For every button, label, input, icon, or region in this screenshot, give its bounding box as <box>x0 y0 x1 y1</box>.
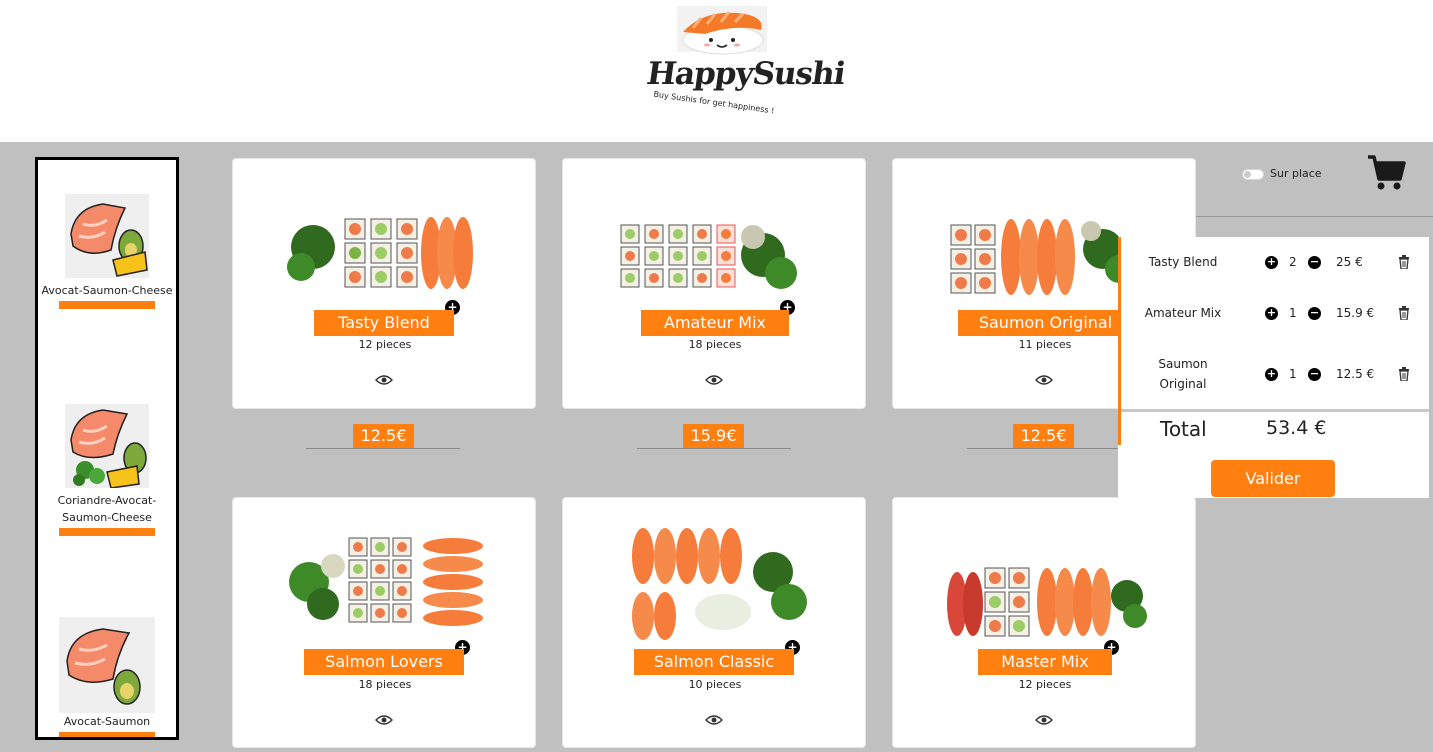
menu-card-tasty-blend[interactable]: + Tasty Blend 12 pieces <box>232 158 536 409</box>
product-pieces: 12 pieces <box>358 338 412 351</box>
header: HappySushi Buy Sushis for get happiness … <box>0 0 1433 142</box>
salmon-classic-photo <box>632 528 807 640</box>
category-sidebar[interactable]: Avocat-Saumon-Cheese Coriandre-Avocat-Sa… <box>35 157 179 740</box>
menu-card-salmon-classic[interactable]: + Salmon Classic 10 pieces <box>562 497 866 748</box>
cart-item-price: 15.9 € <box>1336 306 1375 320</box>
menu-card-salmon-lovers[interactable]: + Salmon Lovers 18 pieces <box>232 497 536 748</box>
product-pieces: 12 pieces <box>1018 678 1072 691</box>
sidebar-item-underline <box>59 528 155 536</box>
decrease-quantity-button[interactable]: − <box>1308 307 1321 320</box>
cart-total-value: 53.4 € <box>1266 417 1327 439</box>
brand-name: HappySushi <box>644 56 847 92</box>
sur-place-toggle[interactable] <box>1242 169 1264 180</box>
cart-item-row: Tasty Blend + 2 − 25 € <box>1118 237 1429 287</box>
price-tag-tasty-blend: 12.5€ <box>353 424 414 448</box>
salmon-lovers-photo <box>289 537 483 626</box>
trash-icon[interactable] <box>1398 255 1410 269</box>
price-divider <box>967 448 1121 449</box>
trash-icon[interactable] <box>1398 306 1410 320</box>
sidebar-item-avocat-saumon-cheese[interactable]: Avocat-Saumon-Cheese <box>38 194 176 309</box>
cart-item-qty: 1 <box>1289 367 1297 381</box>
happy-sushi-logo[interactable]: HappySushi Buy Sushis for get happiness … <box>644 4 847 124</box>
increase-quantity-button[interactable]: + <box>1265 307 1278 320</box>
menu-card-master-mix[interactable]: + Master Mix 12 pieces <box>892 497 1196 748</box>
product-pieces: 18 pieces <box>688 338 742 351</box>
price-tag-saumon-original: 12.5€ <box>1013 424 1074 448</box>
validate-order-button[interactable]: Valider <box>1211 460 1335 497</box>
cart-item-name: Saumon Original <box>1158 357 1208 391</box>
increase-quantity-button[interactable]: + <box>1265 368 1278 381</box>
menu-card-amateur-mix[interactable]: + Amateur Mix 18 pieces <box>562 158 866 409</box>
decrease-quantity-button[interactable]: − <box>1308 256 1321 269</box>
product-name: Tasty Blend <box>314 310 454 336</box>
master-mix-photo <box>947 567 1147 637</box>
eye-icon[interactable] <box>375 374 393 386</box>
cart-item-name: Amateur Mix <box>1144 306 1222 320</box>
cart-total-separator <box>1121 409 1429 412</box>
toggle-knob <box>1244 171 1251 178</box>
amateur-mix-photo <box>620 224 797 289</box>
sidebar-item-coriandre-avocat-saumon-cheese[interactable]: Coriandre-Avocat-Saumon-Cheese <box>38 404 176 536</box>
brand-tagline: Buy Sushis for get happiness ! <box>652 89 775 116</box>
cart-item-qty: 1 <box>1289 306 1297 320</box>
price-divider <box>306 448 460 449</box>
product-name: Saumon Original <box>958 310 1133 336</box>
salmon-avocado-icon <box>59 617 155 713</box>
eye-icon[interactable] <box>1035 374 1053 386</box>
eye-icon[interactable] <box>705 374 723 386</box>
decrease-quantity-button[interactable]: − <box>1308 368 1321 381</box>
tasty-blend-photo <box>287 217 473 289</box>
sidebar-item-underline <box>59 301 155 309</box>
increase-quantity-button[interactable]: + <box>1265 256 1278 269</box>
cart-divider <box>1196 216 1433 217</box>
product-name: Salmon Lovers <box>304 649 464 675</box>
sidebar-item-avocat-saumon[interactable]: Avocat-Saumon <box>38 617 176 737</box>
sidebar-item-label: Coriandre-Avocat-Saumon-Cheese <box>57 494 157 524</box>
salmon-avocado-cheese-icon <box>65 194 149 278</box>
sur-place-label: Sur place <box>1270 167 1322 180</box>
sushi-mascot-icon <box>677 6 767 55</box>
cart-total-label: Total <box>1160 417 1207 441</box>
sidebar-item-underline <box>59 732 155 737</box>
product-name: Salmon Classic <box>634 649 794 675</box>
eye-icon[interactable] <box>705 714 723 726</box>
price-tag-amateur-mix: 15.9€ <box>683 424 744 448</box>
cart-item-price: 25 € <box>1336 255 1363 269</box>
cart-item-row: Saumon Original + 1 − 12.5 € <box>1118 347 1429 407</box>
sidebar-item-label: Avocat-Saumon <box>63 715 151 728</box>
cart-item-price: 12.5 € <box>1336 367 1375 381</box>
product-name: Amateur Mix <box>641 310 789 336</box>
sidebar-item-label: Avocat-Saumon-Cheese <box>41 284 173 297</box>
shopping-cart-icon[interactable] <box>1366 152 1406 192</box>
eye-icon[interactable] <box>375 714 393 726</box>
product-pieces: 10 pieces <box>688 678 742 691</box>
trash-icon[interactable] <box>1398 367 1410 381</box>
product-name: Master Mix <box>978 649 1112 675</box>
product-pieces: 18 pieces <box>358 678 412 691</box>
price-divider <box>637 448 791 449</box>
cart-item-row: Amateur Mix + 1 − 15.9 € <box>1118 288 1429 338</box>
cart-item-qty: 2 <box>1289 255 1297 269</box>
salmon-coriander-avocado-cheese-icon <box>65 404 149 489</box>
cart-item-name: Tasty Blend <box>1148 255 1218 269</box>
eye-icon[interactable] <box>1035 714 1053 726</box>
cart-panel: Tasty Blend + 2 − 25 € Amateur Mix + 1 −… <box>1118 237 1429 498</box>
